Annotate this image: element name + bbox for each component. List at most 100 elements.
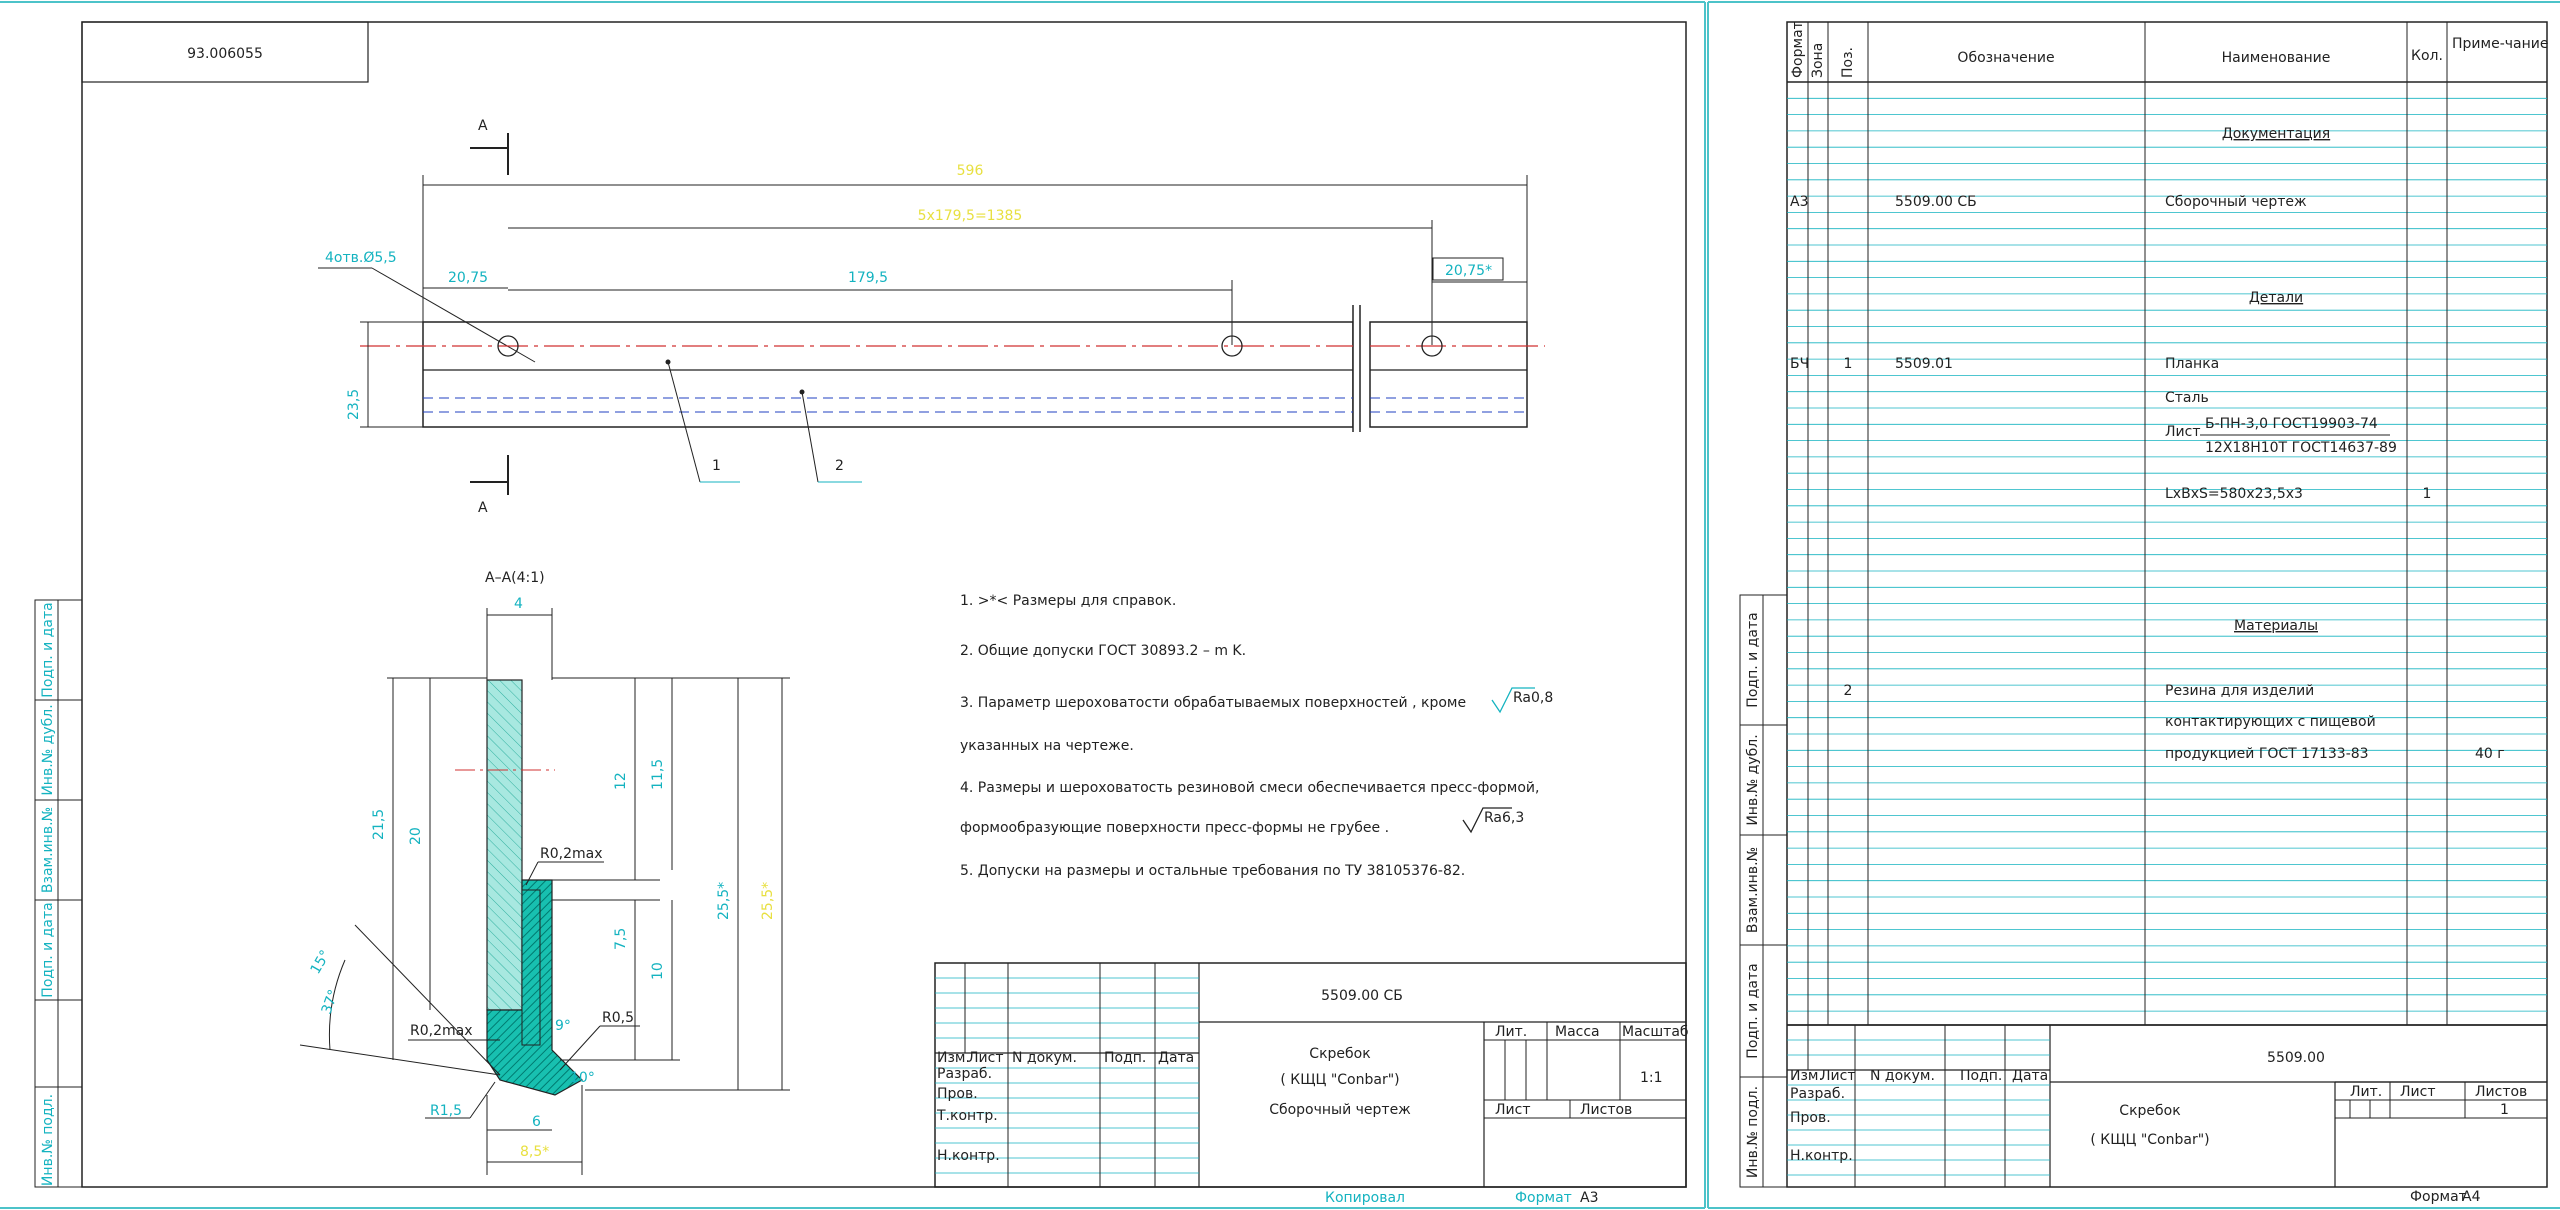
tb1-tkontr: Т.контр. [936, 1108, 998, 1124]
spec-cell-poz: 2 [1844, 683, 1853, 699]
spec-cell-naim: LxBxS=580x23,5x3 [2165, 486, 2303, 502]
top-view: A A 596 5x179,5=1385 20,75 179,5 20,75* … [318, 118, 1545, 516]
sec-r05: R0,5 [602, 1010, 634, 1026]
tb2-razrab: Разраб. [1790, 1086, 1845, 1102]
spec-cell-format: БЧ [1790, 356, 1809, 372]
sec-dim-115: 11,5 [650, 759, 666, 790]
sheet1-side-strip: Подп. и дата Инв.№ дубл. Взам.инв.№ Подп… [34, 599, 83, 1188]
s2-side-label-4: Подп. и дата [1745, 963, 1761, 1058]
side-label-2: Инв.№ дубл. [40, 704, 56, 795]
spec-cell-naim: Лист [2165, 424, 2200, 440]
tb1-name: Скребок [1309, 1046, 1370, 1062]
spec-cell-oboz: 5509.00 СБ [1895, 194, 1977, 210]
dim-pitch: 179,5 [848, 270, 888, 286]
tb1-sub: ( КЩЦ "Conbar") [1280, 1072, 1399, 1088]
callout-1: 1 [712, 458, 721, 474]
spec-cell-naim: Материалы [2234, 618, 2318, 634]
side-label-3: Взам.инв.№ [40, 807, 56, 893]
tb1-masshtab: Масштаб [1622, 1024, 1689, 1040]
side-label-4: Подп. и дата [40, 902, 56, 997]
technical-notes: 1. >*< Размеры для справок. 2. Общие доп… [960, 593, 1553, 879]
spec-cell-naim: Сборочный чертеж [2165, 194, 2307, 210]
tb1-izm: Изм. [937, 1050, 970, 1066]
tb2-sub: ( КЩЦ "Conbar") [2090, 1132, 2209, 1148]
tb1-format-val: А3 [1580, 1190, 1598, 1206]
spec-cell-naim: контактирующих с пищевой [2165, 714, 2376, 730]
tb2-list: Лист [1820, 1068, 1855, 1084]
spec-h-kol: Кол. [2411, 48, 2443, 64]
sec-dim-255b: 25,5* [760, 882, 776, 920]
side-label-1: Подп. и дата [40, 602, 56, 697]
dim-span: 5x179,5=1385 [918, 208, 1023, 224]
tb1-massa: Масса [1555, 1024, 1600, 1040]
spec-cell-naim: Планка [2165, 356, 2219, 372]
roughness-symbol-2: Ra6,3 [1484, 810, 1524, 826]
spec-cell-format: А3 [1790, 194, 1808, 210]
tb2-prov: Пров. [1790, 1110, 1831, 1126]
spec-table: Формат Зона Поз. Обозначение Наименовани… [1787, 21, 2548, 1026]
spec-cell-naim: Детали [2249, 290, 2303, 306]
sec-dim-width: 4 [514, 596, 523, 612]
dim-overall: 596 [957, 163, 984, 179]
sec-r15: R1,5 [430, 1103, 462, 1119]
sec-dim-10: 10 [650, 962, 666, 980]
tb2-izm: Изм. [1790, 1068, 1823, 1084]
tb1-list: Лист [968, 1050, 1003, 1066]
title-block-2: Изм. Лист N докум. Подп. Дата Разраб. Пр… [1787, 1024, 2547, 1205]
sheet2-side-strip: Подп. и дата Инв.№ дубл. Взам.инв.№ Подп… [1739, 594, 1788, 1188]
tb1-scale: 1:1 [1640, 1070, 1663, 1086]
note-2: 2. Общие допуски ГОСТ 30893.2 – m K. [960, 643, 1246, 659]
s2-side-label-1: Подп. и дата [1745, 612, 1761, 707]
section-mark-bottom: A [478, 500, 488, 516]
tb1-data: Дата [1158, 1050, 1194, 1066]
tb2-nkontr: Н.контр. [1790, 1148, 1853, 1164]
tb2-data: Дата [2012, 1068, 2048, 1084]
note-4b: формообразующие поверхности пресс-формы … [960, 820, 1389, 836]
sec-dim-6: 6 [532, 1114, 541, 1130]
tb1-ndoc: N докум. [1012, 1050, 1077, 1066]
spec-h-poz: Поз. [1840, 47, 1856, 78]
note-4: 4. Размеры и шероховатость резиновой сме… [960, 780, 1539, 796]
note-3b: указанных на чертеже. [960, 738, 1134, 754]
spec-steel-lower: 12Х18Н10Т ГОСТ14637-89 [2205, 440, 2397, 456]
note-5: 5. Допуски на размеры и остальные требов… [960, 863, 1465, 879]
tb2-podp: Подп. [1960, 1068, 2002, 1084]
section-title: A–A(4:1) [485, 570, 545, 586]
tb2-listlabel: Лист [2400, 1084, 2435, 1100]
s2-side-label-2: Инв.№ дубл. [1745, 734, 1761, 825]
dim-holes: 4отв.Ø5,5 [325, 250, 397, 266]
tb1-code: 5509.00 СБ [1321, 988, 1403, 1004]
section-mark-top: A [478, 118, 488, 134]
tb1-nkontr: Н.контр. [937, 1148, 1000, 1164]
spec-cell-prim: 40 г [2475, 746, 2505, 762]
spec-cell-kol: 1 [2423, 486, 2432, 502]
sec-a9: 9° [555, 1018, 571, 1034]
spec-h-prim: Приме-чание [2452, 36, 2548, 52]
tb2-listov: Листов [2475, 1084, 2527, 1100]
spec-cell-naim: Резина для изделий [2165, 683, 2314, 699]
sec-dim-215: 21,5 [371, 809, 387, 840]
spec-h-zona: Зона [1810, 43, 1826, 78]
sec-dim-255: 25,5* [716, 882, 732, 920]
spec-cell-naim: Документация [2222, 126, 2330, 142]
spec-h-oboz: Обозначение [1957, 50, 2054, 66]
spec-h-format: Формат [1790, 21, 1806, 78]
tb1-format: Формат [1515, 1190, 1572, 1206]
s2-side-label-3: Взам.инв.№ [1745, 847, 1761, 933]
tb2-code: 5509.00 [2267, 1050, 2325, 1066]
sec-r02a: R0,2max [540, 846, 603, 862]
tb1-prov: Пров. [937, 1086, 978, 1102]
tb2-name: Скребок [2119, 1103, 2180, 1119]
spec-cell-naim: Сталь [2165, 390, 2209, 406]
spec-cell-oboz: 5509.01 [1895, 356, 1953, 372]
tb1-razrab: Разраб. [937, 1066, 992, 1082]
sec-dim-85: 8,5* [520, 1144, 549, 1160]
callout-2: 2 [835, 458, 844, 474]
tb2-ndoc: N докум. [1870, 1068, 1935, 1084]
note-1: 1. >*< Размеры для справок. [960, 593, 1176, 609]
spec-steel-upper: Б-ПН-3,0 ГОСТ19903-74 [2205, 416, 2378, 432]
section-view: A–A(4:1) 4 21,5 20 12 11,5 7,5 10 25,5* … [299, 570, 790, 1175]
sec-a37: 37° [319, 988, 343, 1017]
spec-cell-poz: 1 [1844, 356, 1853, 372]
dim-height: 23,5 [346, 389, 362, 420]
